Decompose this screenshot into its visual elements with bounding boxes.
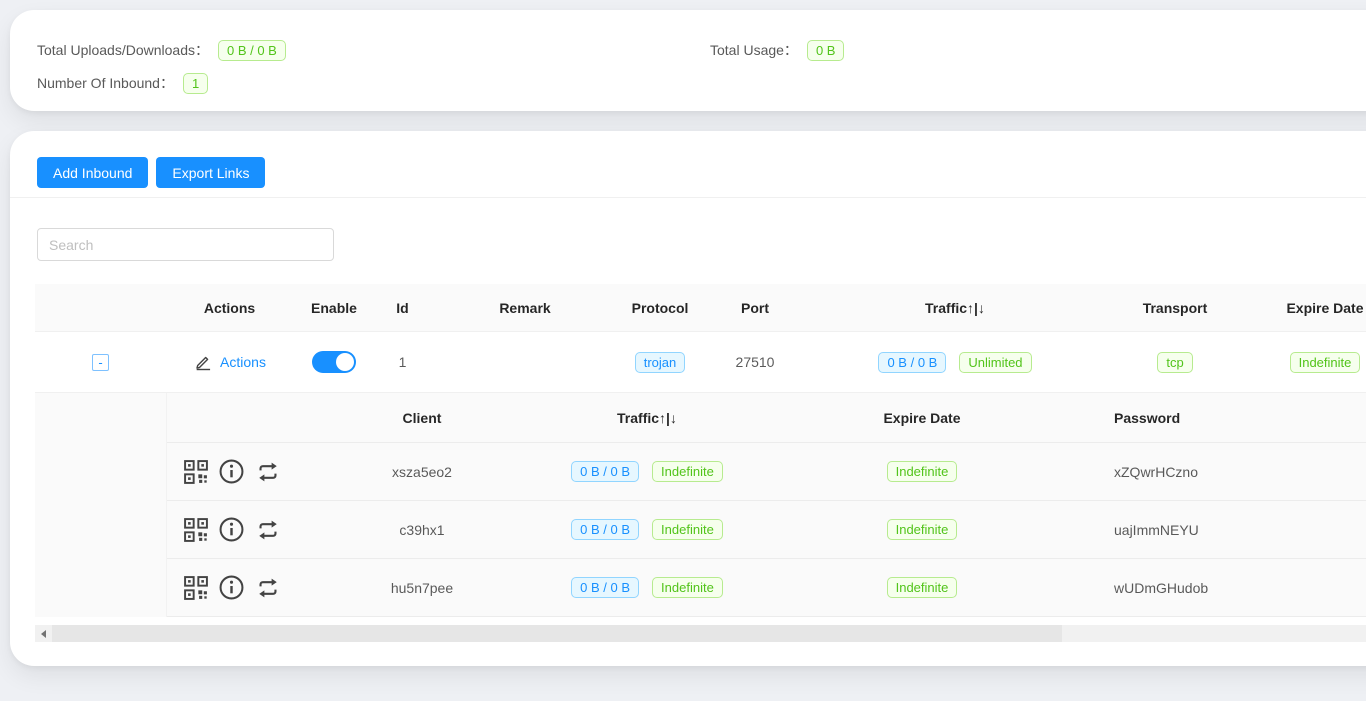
transport-tag: tcp [1157,352,1192,373]
edit-pencil-icon [193,352,213,372]
clients-header-row: Client Traffic↑|↓ Expire Date Password [167,393,1366,443]
client-row: xsza5eo2 0 B / 0 B Indefinite Indefinite… [167,443,1366,501]
qr-code-icon[interactable] [183,575,209,601]
client-name: xsza5eo2 [317,464,527,480]
stat-total-usage: Total Usage： 0 B [710,40,844,61]
header-port: Port [700,300,810,316]
expanded-clients-panel: Client Traffic↑|↓ Expire Date Password [35,393,1366,617]
total-usage-value: 0 B [807,40,845,61]
client-expire-tag: Indefinite [887,461,958,482]
reset-traffic-icon[interactable] [254,516,282,544]
protocol-tag: trojan [635,352,686,373]
client-expire-tag: Indefinite [887,577,958,598]
traffic-usage-tag: 0 B / 0 B [878,352,946,373]
qr-code-icon[interactable] [183,517,209,543]
header-transport: Transport [1100,300,1250,316]
scrollbar-thumb[interactable] [52,625,1062,642]
total-usage-label: Total Usage： [710,40,798,60]
client-password: wUDmGHudob [1077,580,1366,596]
actions-link-label: Actions [220,354,266,370]
reset-traffic-icon[interactable] [254,458,282,486]
inbounds-card: Add Inbound Export Links Actions Enable … [10,131,1366,666]
total-uploads-downloads-label: Total Uploads/Downloads： [37,40,209,60]
reset-traffic-icon[interactable] [254,574,282,602]
toolbar: Add Inbound Export Links [10,157,1366,188]
header-enable: Enable [293,300,375,316]
clients-header-expire-date: Expire Date [767,410,1077,426]
inbounds-table: Actions Enable Id Remark Protocol Port T… [35,284,1366,617]
header-traffic-sort[interactable]: Traffic↑|↓ [810,300,1100,316]
stat-number-of-inbound: Number Of Inbound： 1 [37,73,208,94]
inbound-id: 1 [375,354,430,370]
header-actions: Actions [166,300,293,316]
header-protocol: Protocol [620,300,700,316]
client-info-icon[interactable] [218,458,245,485]
client-expire-tag: Indefinite [887,519,958,540]
actions-menu-trigger[interactable]: Actions [193,352,266,372]
horizontal-scrollbar[interactable] [35,625,1366,642]
client-name: c39hx1 [317,522,527,538]
enable-toggle[interactable] [312,351,356,373]
client-password: uajImmNEYU [1077,522,1366,538]
total-uploads-downloads-value: 0 B / 0 B [218,40,286,61]
client-info-icon[interactable] [218,516,245,543]
collapse-row-button[interactable]: - [92,354,109,371]
client-password: xZQwrHCzno [1077,464,1366,480]
client-info-icon[interactable] [218,574,245,601]
traffic-limit-tag: Unlimited [959,352,1031,373]
table-header-row: Actions Enable Id Remark Protocol Port T… [35,284,1366,332]
client-traffic-expire-tag: Indefinite [652,577,723,598]
header-remark: Remark [430,300,620,316]
client-traffic-expire-tag: Indefinite [652,461,723,482]
client-traffic-expire-tag: Indefinite [652,519,723,540]
client-traffic-tag: 0 B / 0 B [571,461,639,482]
add-inbound-button[interactable]: Add Inbound [37,157,148,188]
clients-header-password: Password [1077,410,1366,426]
client-name: hu5n7pee [317,580,527,596]
header-id: Id [375,300,430,316]
expire-date-tag: Indefinite [1290,352,1361,373]
stats-card: Total Uploads/Downloads： 0 B / 0 B Total… [10,10,1366,111]
client-row: hu5n7pee 0 B / 0 B Indefinite Indefinite… [167,559,1366,617]
number-of-inbound-label: Number Of Inbound： [37,73,174,93]
stat-total-uploads-downloads: Total Uploads/Downloads： 0 B / 0 B [37,40,710,61]
client-row: c39hx1 0 B / 0 B Indefinite Indefinite u… [167,501,1366,559]
number-of-inbound-value: 1 [183,73,208,94]
inbound-port: 27510 [700,354,810,370]
client-traffic-tag: 0 B / 0 B [571,577,639,598]
qr-code-icon[interactable] [183,459,209,485]
inbound-row: - Actions 1 [35,332,1366,393]
export-links-button[interactable]: Export Links [156,157,265,188]
client-traffic-tag: 0 B / 0 B [571,519,639,540]
header-expire-date: Expire Date [1250,300,1366,316]
scrollbar-left-arrow-icon[interactable] [35,625,52,642]
clients-header-traffic-sort[interactable]: Traffic↑|↓ [527,410,767,426]
clients-header-client: Client [317,410,527,426]
search-input[interactable] [37,228,334,261]
